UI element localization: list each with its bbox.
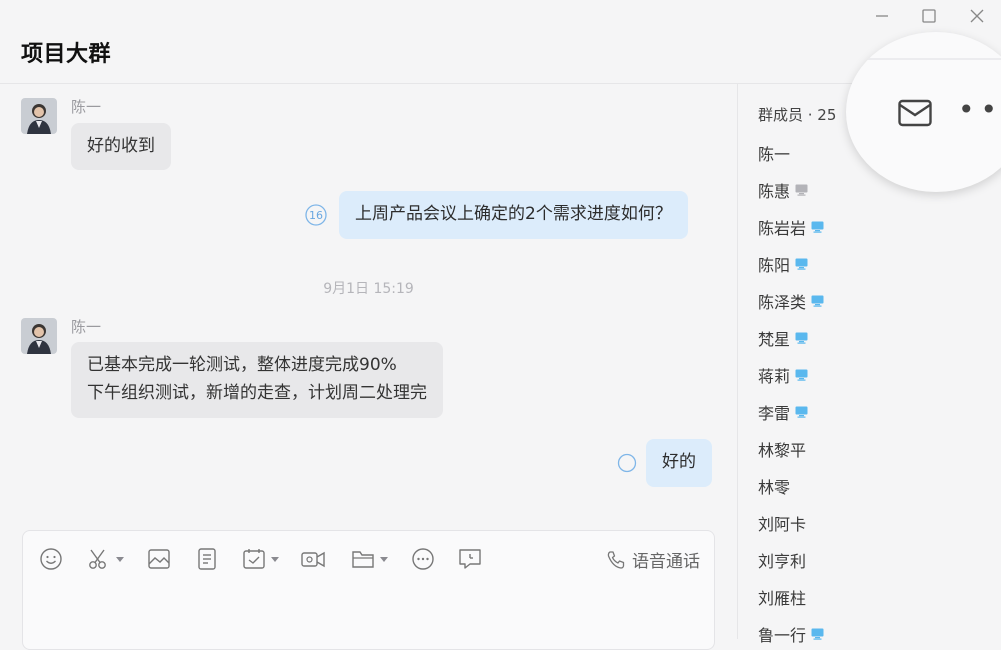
member-name: 陈阳 — [758, 256, 791, 275]
member-item[interactable]: 陈泽类 — [758, 289, 824, 313]
more-options-icon[interactable]: ••• — [958, 96, 1001, 124]
chevron-down-icon[interactable] — [116, 556, 124, 562]
desktop-status-icon — [811, 628, 824, 640]
mail-icon[interactable] — [898, 98, 932, 128]
message-composer[interactable]: 语音通话 — [22, 530, 715, 650]
message-text: 下午组织测试，新增的走查，计划周二处理完 — [87, 383, 427, 403]
read-count-icon[interactable]: 16 — [305, 204, 327, 226]
member-name: 刘阿卡 — [758, 515, 807, 534]
member-name: 刘雁柱 — [758, 589, 807, 608]
scissors-icon[interactable] — [86, 545, 124, 573]
desktop-status-icon — [795, 406, 808, 418]
video-icon[interactable] — [300, 545, 326, 573]
close-icon[interactable] — [967, 6, 987, 26]
desktop-status-icon — [795, 332, 808, 344]
sender-name: 陈一 — [71, 98, 102, 116]
phone-icon — [607, 550, 625, 569]
chat-record-icon[interactable] — [457, 545, 483, 573]
member-name: 陈泽类 — [758, 293, 807, 312]
member-name: 陈惠 — [758, 182, 791, 201]
member-name: 蒋莉 — [758, 367, 791, 386]
image-icon[interactable] — [146, 545, 172, 573]
member-item[interactable]: 刘亨利 — [758, 548, 806, 572]
desktop-status-icon — [811, 295, 824, 307]
message-bubble-incoming[interactable]: 已基本完成一轮测试，整体进度完成90% 下午组织测试，新增的走查，计划周二处理完 — [71, 342, 443, 418]
desktop-status-icon — [811, 221, 824, 233]
member-name: 林零 — [758, 478, 791, 497]
divider — [846, 58, 1001, 60]
member-name: 梵星 — [758, 330, 791, 349]
desktop-status-icon — [795, 258, 808, 270]
member-item[interactable]: 林黎平 — [758, 437, 806, 461]
member-name: 鲁一行 — [758, 626, 807, 645]
message-bubble-outgoing[interactable]: 上周产品会议上确定的2个需求进度如何？ — [339, 191, 688, 239]
message-bubble-incoming[interactable]: 好的收到 — [71, 123, 171, 170]
read-count: 16 — [309, 209, 323, 222]
member-name: 李雷 — [758, 404, 791, 423]
timestamp: 9月1日 15:19 — [323, 281, 414, 297]
desktop-status-icon — [795, 369, 808, 381]
member-item[interactable]: 刘阿卡 — [758, 511, 806, 535]
document-icon[interactable] — [194, 545, 220, 573]
minimize-icon[interactable] — [872, 6, 892, 26]
member-name: 陈一 — [758, 145, 791, 164]
desktop-status-icon — [795, 184, 808, 196]
member-item[interactable]: 刘雁柱 — [758, 585, 806, 609]
member-item[interactable]: 陈惠 — [758, 178, 808, 202]
task-icon[interactable] — [241, 545, 279, 573]
more-icon[interactable] — [410, 545, 436, 573]
avatar[interactable] — [21, 98, 57, 134]
member-item[interactable]: 林零 — [758, 474, 790, 498]
member-item[interactable]: 陈一 — [758, 141, 790, 165]
title-bar: 项目大群 — [0, 0, 1001, 84]
member-item[interactable]: 鲁一行 — [758, 622, 824, 646]
emoji-icon[interactable] — [38, 545, 64, 573]
sender-name: 陈一 — [71, 318, 102, 336]
member-item[interactable]: 蒋莉 — [758, 363, 808, 387]
member-name: 陈岩岩 — [758, 219, 807, 238]
avatar[interactable] — [21, 318, 57, 354]
member-name: 刘亨利 — [758, 552, 807, 571]
message-text: 已基本完成一轮测试，整体进度完成90% — [87, 355, 397, 375]
message-bubble-outgoing[interactable]: 好的 — [646, 439, 712, 487]
voice-call-label: 语音通话 — [632, 552, 700, 572]
member-item[interactable]: 陈阳 — [758, 252, 808, 276]
member-name: 林黎平 — [758, 441, 807, 460]
member-item[interactable]: 陈岩岩 — [758, 215, 824, 239]
voice-call-button[interactable]: 语音通话 — [605, 547, 700, 572]
chevron-down-icon[interactable] — [380, 556, 388, 562]
message-text: 好的收到 — [87, 136, 155, 156]
member-item[interactable]: 梵星 — [758, 326, 808, 350]
unread-status-icon[interactable] — [616, 452, 638, 474]
member-count-header: 群成员 · 25 — [758, 106, 837, 124]
maximize-icon[interactable] — [919, 6, 939, 26]
folder-icon[interactable] — [350, 545, 388, 573]
chevron-down-icon[interactable] — [271, 556, 279, 562]
member-item[interactable]: 李雷 — [758, 400, 808, 424]
chat-title: 项目大群 — [21, 42, 112, 67]
message-text: 上周产品会议上确定的2个需求进度如何？ — [355, 204, 672, 224]
message-text: 好的 — [662, 452, 696, 472]
